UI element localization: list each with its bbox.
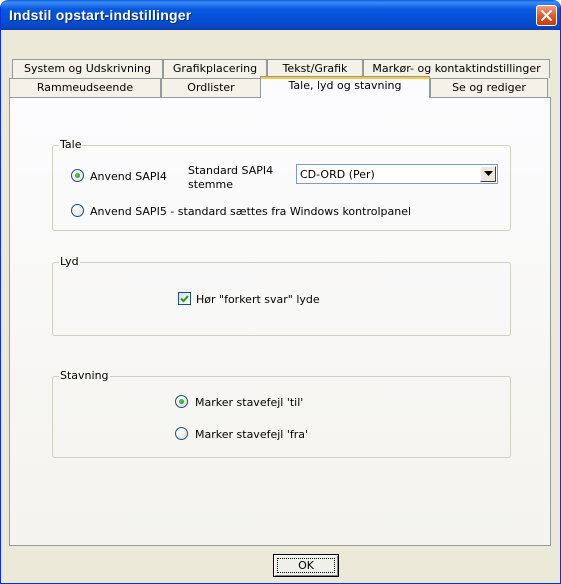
spellcheck-off-radio[interactable] (175, 427, 188, 440)
title-bar[interactable]: Indstil opstart-indstillinger (1, 0, 560, 30)
checkmark-icon (180, 295, 189, 303)
standard-voice-label-line1: Standard SAPI4 (188, 164, 274, 177)
tab-system-og-udskrivning[interactable]: System og Udskrivning (12, 59, 163, 78)
sapi5-label: Anvend SAPI5 - standard sættes fra Windo… (90, 205, 412, 218)
stavning-group-label: Stavning (59, 369, 110, 382)
tab-tale-lyd-og-stavning[interactable]: Tale, lyd og stavning (260, 76, 430, 98)
spellcheck-off-label: Marker stavefejl 'fra' (195, 428, 309, 441)
close-icon (541, 10, 552, 21)
sapi4-radio[interactable] (71, 169, 84, 182)
tale-group-label: Tale (59, 138, 83, 151)
voice-select-dropdown-button[interactable] (480, 166, 496, 182)
tale-group: Tale (52, 138, 511, 231)
chevron-down-icon (483, 171, 493, 176)
spellcheck-on-radio[interactable] (175, 395, 188, 408)
wrong-answer-sound-label: Hør "forkert svar" lyde (196, 293, 320, 306)
ok-button[interactable]: OK (273, 554, 339, 577)
spellcheck-on-label: Marker stavefejl 'til' (195, 396, 304, 409)
tab-rammeudseende[interactable]: Rammeudseende (9, 78, 161, 97)
voice-select-value: CD-ORD (Per) (300, 168, 375, 181)
stavning-group: Stavning (52, 369, 511, 458)
sapi5-radio[interactable] (71, 204, 84, 217)
lyd-group-label: Lyd (59, 255, 80, 268)
tab-ordlister[interactable]: Ordlister (161, 78, 261, 97)
close-button[interactable] (536, 5, 557, 26)
standard-voice-label-line2: stemme (188, 178, 234, 191)
wrong-answer-sound-checkbox[interactable] (178, 292, 191, 305)
tab-grafikplacering[interactable]: Grafikplacering (163, 59, 267, 78)
sapi4-label: Anvend SAPI4 (90, 170, 167, 183)
focus-rect (277, 558, 335, 573)
voice-select[interactable]: CD-ORD (Per) (296, 164, 498, 184)
window-title: Indstil opstart-indstillinger (9, 7, 192, 23)
tab-se-og-rediger[interactable]: Se og rediger (430, 78, 548, 97)
